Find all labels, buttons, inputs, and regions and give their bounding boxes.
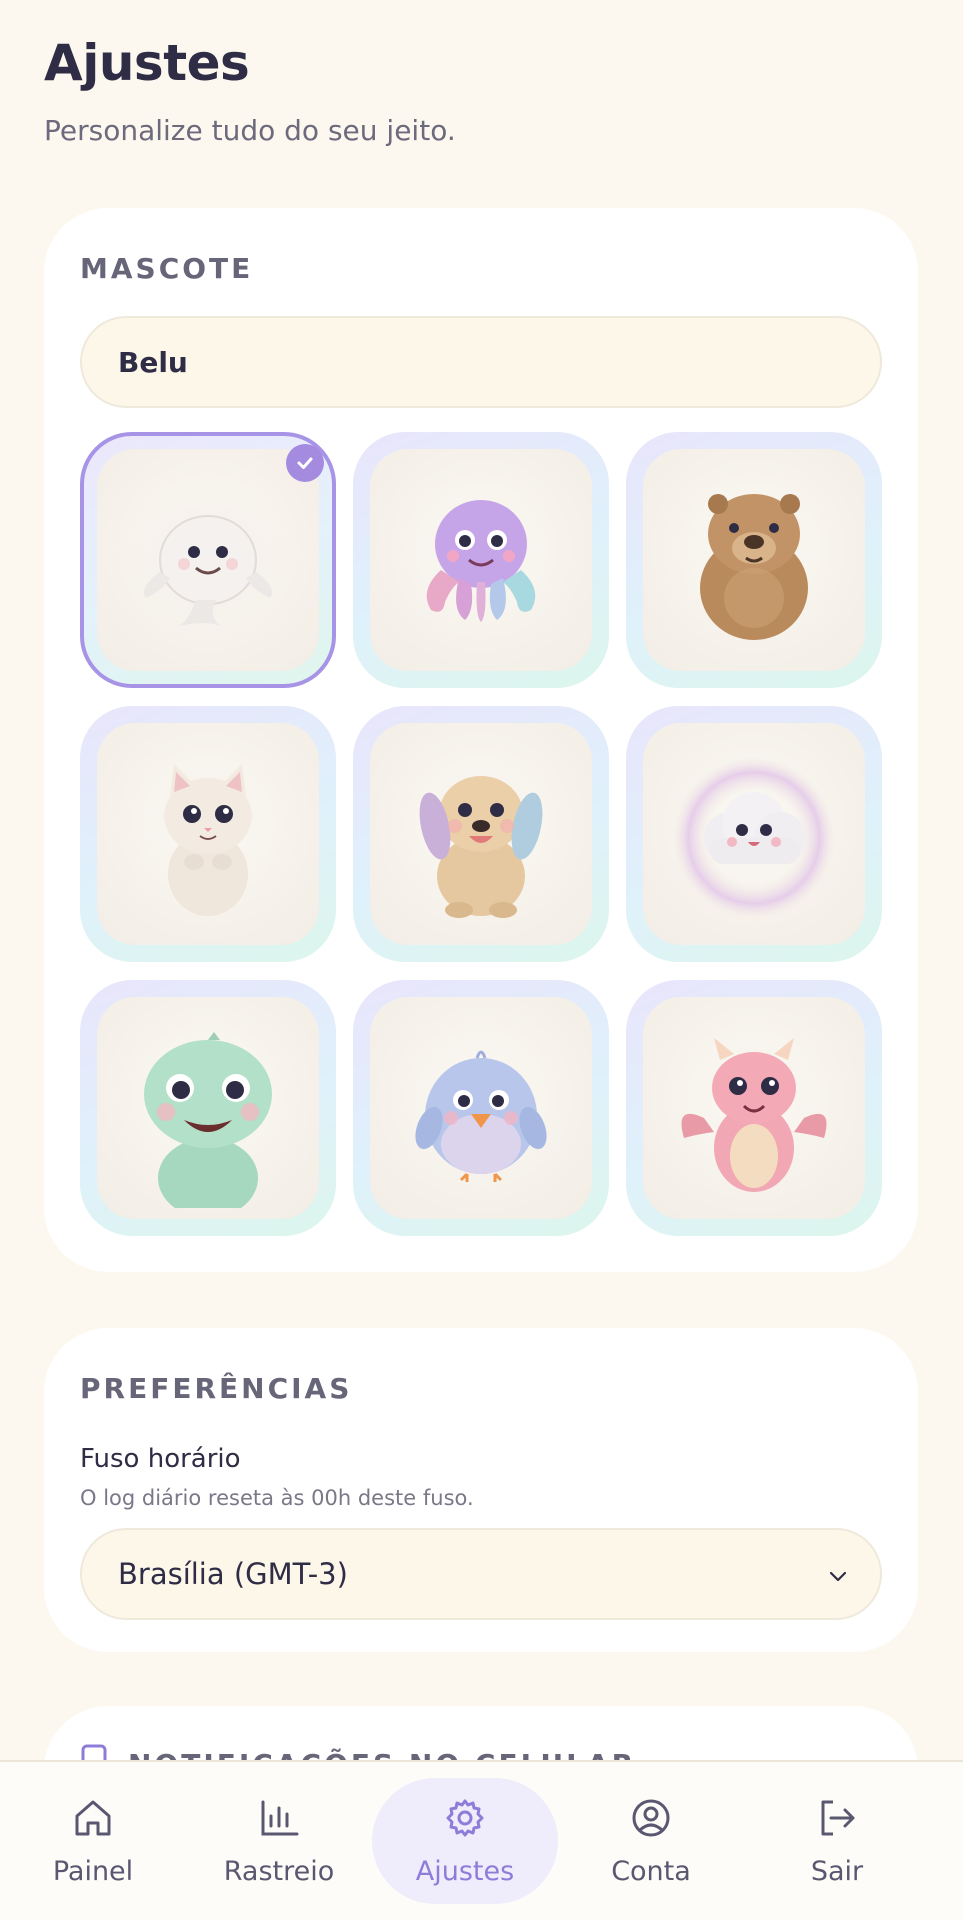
page-header: Ajustes Personalize tudo do seu jeito.	[44, 34, 456, 147]
user-circle-icon	[629, 1796, 673, 1844]
nav-label-conta: Conta	[611, 1855, 691, 1887]
dragon-mascot-icon	[643, 997, 865, 1219]
cloud-mascot-icon	[643, 723, 865, 945]
page-subtitle: Personalize tudo do seu jeito.	[44, 114, 456, 147]
nav-label-painel: Painel	[52, 1855, 134, 1887]
nav-item-ajustes[interactable]: Ajustes	[372, 1778, 558, 1904]
mascot-option-puppy[interactable]	[353, 706, 609, 962]
timezone-select[interactable]: Brasília (GMT-3)	[80, 1528, 882, 1620]
nav-label-sair: Sair	[810, 1855, 864, 1887]
bar-chart-icon	[257, 1796, 301, 1844]
mascot-option-cloud[interactable]	[626, 706, 882, 962]
mascot-option-cat[interactable]	[80, 706, 336, 962]
mascot-option-dinosaur[interactable]	[80, 980, 336, 1236]
mascot-name-input[interactable]	[80, 316, 882, 408]
nav-item-conta[interactable]: Conta	[558, 1778, 744, 1904]
preferencias-section-title: PREFERÊNCIAS	[80, 1372, 353, 1405]
page-title: Ajustes	[44, 34, 250, 92]
beluga-mascot-icon	[97, 449, 319, 671]
selected-check-icon	[286, 444, 324, 482]
nav-label-ajustes: Ajustes	[415, 1855, 515, 1887]
nav-item-painel[interactable]: Painel	[0, 1778, 186, 1904]
bottom-navigation: Painel Rastreio Ajustes Conta Sair	[0, 1760, 963, 1920]
mascot-option-beluga[interactable]	[80, 432, 336, 688]
mascot-grid	[80, 432, 882, 1236]
cat-mascot-icon	[97, 723, 319, 945]
mascot-option-capybara[interactable]	[626, 432, 882, 688]
nav-item-rastreio[interactable]: Rastreio	[186, 1778, 372, 1904]
octopus-mascot-icon	[370, 449, 592, 671]
gear-icon	[443, 1796, 487, 1844]
nav-label-rastreio: Rastreio	[223, 1855, 335, 1887]
mascote-section-title: MASCOTE	[80, 252, 254, 285]
capybara-mascot-icon	[643, 449, 865, 671]
dinosaur-mascot-icon	[97, 997, 319, 1219]
mascote-card: MASCOTE	[44, 208, 918, 1272]
puppy-mascot-icon	[370, 723, 592, 945]
nav-item-sair[interactable]: Sair	[744, 1778, 930, 1904]
mascot-option-octopus[interactable]	[353, 432, 609, 688]
logout-icon	[815, 1796, 859, 1844]
mascot-option-dragon[interactable]	[626, 980, 882, 1236]
preferencias-card: PREFERÊNCIAS Fuso horário O log diário r…	[44, 1328, 918, 1652]
mascot-option-bird[interactable]	[353, 980, 609, 1236]
bird-mascot-icon	[370, 997, 592, 1219]
timezone-help-text: O log diário reseta às 00h deste fuso.	[80, 1486, 474, 1510]
chevron-down-icon	[826, 1564, 850, 1592]
timezone-label: Fuso horário	[80, 1444, 241, 1474]
home-icon	[71, 1796, 115, 1844]
timezone-select-value: Brasília (GMT-3)	[118, 1557, 348, 1591]
